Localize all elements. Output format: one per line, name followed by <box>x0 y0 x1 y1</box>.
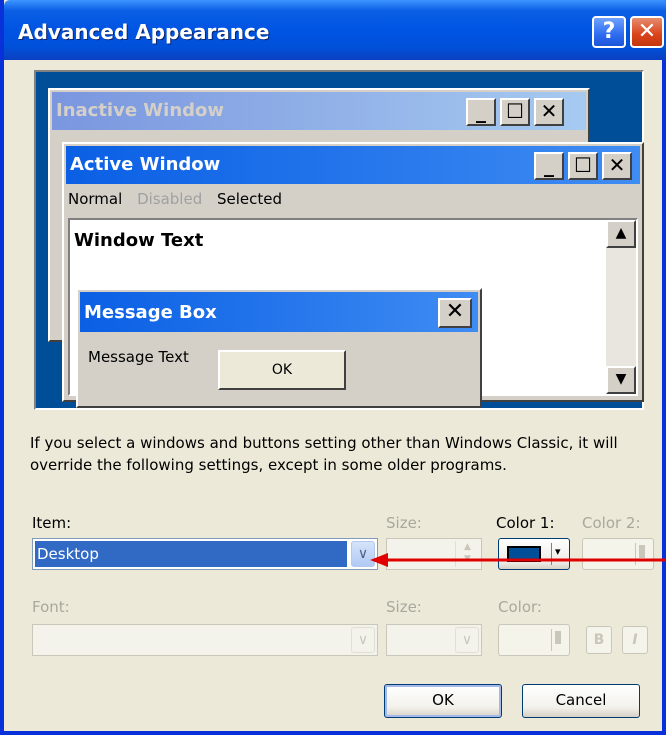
close-button[interactable]: ✕ <box>630 16 664 48</box>
inactive-window-title-text: Inactive Window <box>56 100 225 121</box>
item-dropdown[interactable]: Desktop ∨ <box>32 538 378 570</box>
font-size-label: Size: <box>386 598 422 616</box>
item-size-label: Size: <box>386 514 422 532</box>
font-size-dropdown[interactable]: ∨ <box>386 624 482 656</box>
active-close-icon[interactable]: ✕ <box>602 152 632 180</box>
ok-button[interactable]: OK <box>384 684 502 718</box>
inactive-maximize-icon[interactable]: ☐ <box>500 98 530 126</box>
font-dropdown[interactable]: ∨ <box>32 624 378 656</box>
annotation-arrow-head <box>370 553 388 567</box>
message-box-title[interactable]: Message Box <box>80 292 478 332</box>
menu-disabled[interactable]: Disabled <box>137 190 202 208</box>
bold-button[interactable]: B <box>586 626 612 654</box>
font-size-chevron-down-icon[interactable]: ∨ <box>455 627 479 653</box>
message-box-preview[interactable]: Message Box ✕ Message Text OK <box>76 288 482 408</box>
help-button[interactable]: ? <box>592 16 626 48</box>
active-maximize-icon[interactable]: ☐ <box>568 152 598 180</box>
active-window-title-text: Active Window <box>70 154 221 175</box>
inactive-close-icon[interactable]: ✕ <box>534 98 564 126</box>
item-label: Item: <box>32 514 72 532</box>
color1-label: Color 1: <box>496 514 555 532</box>
appearance-preview[interactable]: Inactive Window _ ☐ ✕ Active Window _ ☐ … <box>34 70 644 410</box>
advanced-appearance-dialog: Advanced Appearance ? ✕ Inactive Window … <box>0 0 666 735</box>
cancel-button[interactable]: Cancel <box>522 684 640 718</box>
preview-scrollbar[interactable]: ▲ ▼ <box>606 220 636 394</box>
annotation-arrow <box>370 553 666 567</box>
scroll-down-icon[interactable]: ▼ <box>606 366 636 394</box>
font-label: Font: <box>32 598 70 616</box>
scroll-up-icon[interactable]: ▲ <box>606 220 636 248</box>
message-text[interactable]: Message Text <box>88 348 189 366</box>
font-color-label: Color: <box>498 598 542 616</box>
item-selected-value: Desktop <box>35 541 347 567</box>
font-color-separator <box>551 629 552 651</box>
menu-selected[interactable]: Selected <box>217 190 282 208</box>
title-bar[interactable]: Advanced Appearance ? ✕ <box>4 0 666 60</box>
font-chevron-down-icon[interactable]: ∨ <box>351 627 375 653</box>
message-box-close-icon[interactable]: ✕ <box>438 298 472 328</box>
message-box-ok-button[interactable]: OK <box>218 350 346 390</box>
menu-normal[interactable]: Normal <box>68 190 122 208</box>
active-minimize-icon[interactable]: _ <box>534 152 564 180</box>
dialog-title: Advanced Appearance <box>18 20 270 44</box>
inactive-minimize-icon[interactable]: _ <box>466 98 496 126</box>
message-box-title-text: Message Box <box>84 302 217 323</box>
window-text[interactable]: Window Text <box>74 230 203 251</box>
info-text: If you select a windows and buttons sett… <box>30 434 618 474</box>
font-color-button[interactable]: ▾ <box>498 624 570 656</box>
color2-label: Color 2: <box>582 514 641 532</box>
italic-button[interactable]: I <box>622 626 648 654</box>
preview-menubar[interactable]: Normal Disabled Selected <box>68 190 292 214</box>
font-color-dropdown-icon: ▾ <box>555 631 561 644</box>
